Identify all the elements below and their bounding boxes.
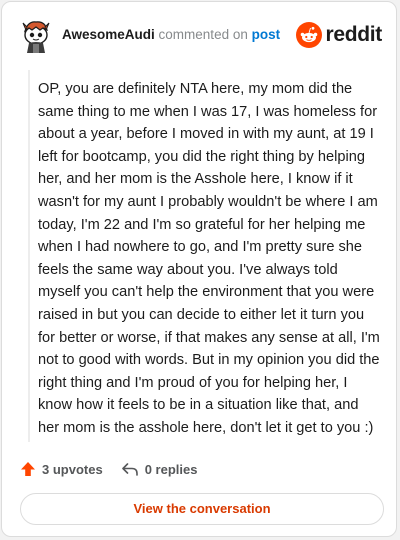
comment-header: AwesomeAudi commented on post reddit	[18, 17, 382, 53]
reddit-wordmark: reddit	[325, 23, 382, 46]
view-conversation-button[interactable]: View the conversation	[20, 493, 384, 525]
user-avatar-icon[interactable]	[18, 17, 54, 53]
comment-actions: 3 upvotes 0 replies	[20, 458, 215, 480]
upvote-count: 3 upvotes	[42, 461, 103, 477]
upvote-arrow-icon	[21, 462, 35, 476]
reddit-brand[interactable]: reddit	[296, 21, 382, 49]
reddit-logo-icon	[296, 22, 323, 48]
reply-action[interactable]: 0 replies	[121, 461, 198, 477]
comment-card: AwesomeAudi commented on post reddit OP,…	[1, 1, 397, 537]
reply-arrow-icon	[121, 463, 138, 476]
upvote-action[interactable]: 3 upvotes	[20, 461, 103, 477]
reply-count: 0 replies	[144, 461, 198, 477]
post-link[interactable]: post	[252, 27, 281, 42]
comment-body: OP, you are definitely NTA here, my mom …	[38, 81, 380, 436]
username[interactable]: AwesomeAudi	[62, 27, 155, 42]
commented-on-label: commented on	[158, 27, 248, 42]
author-line: AwesomeAudi commented on post	[62, 27, 280, 42]
